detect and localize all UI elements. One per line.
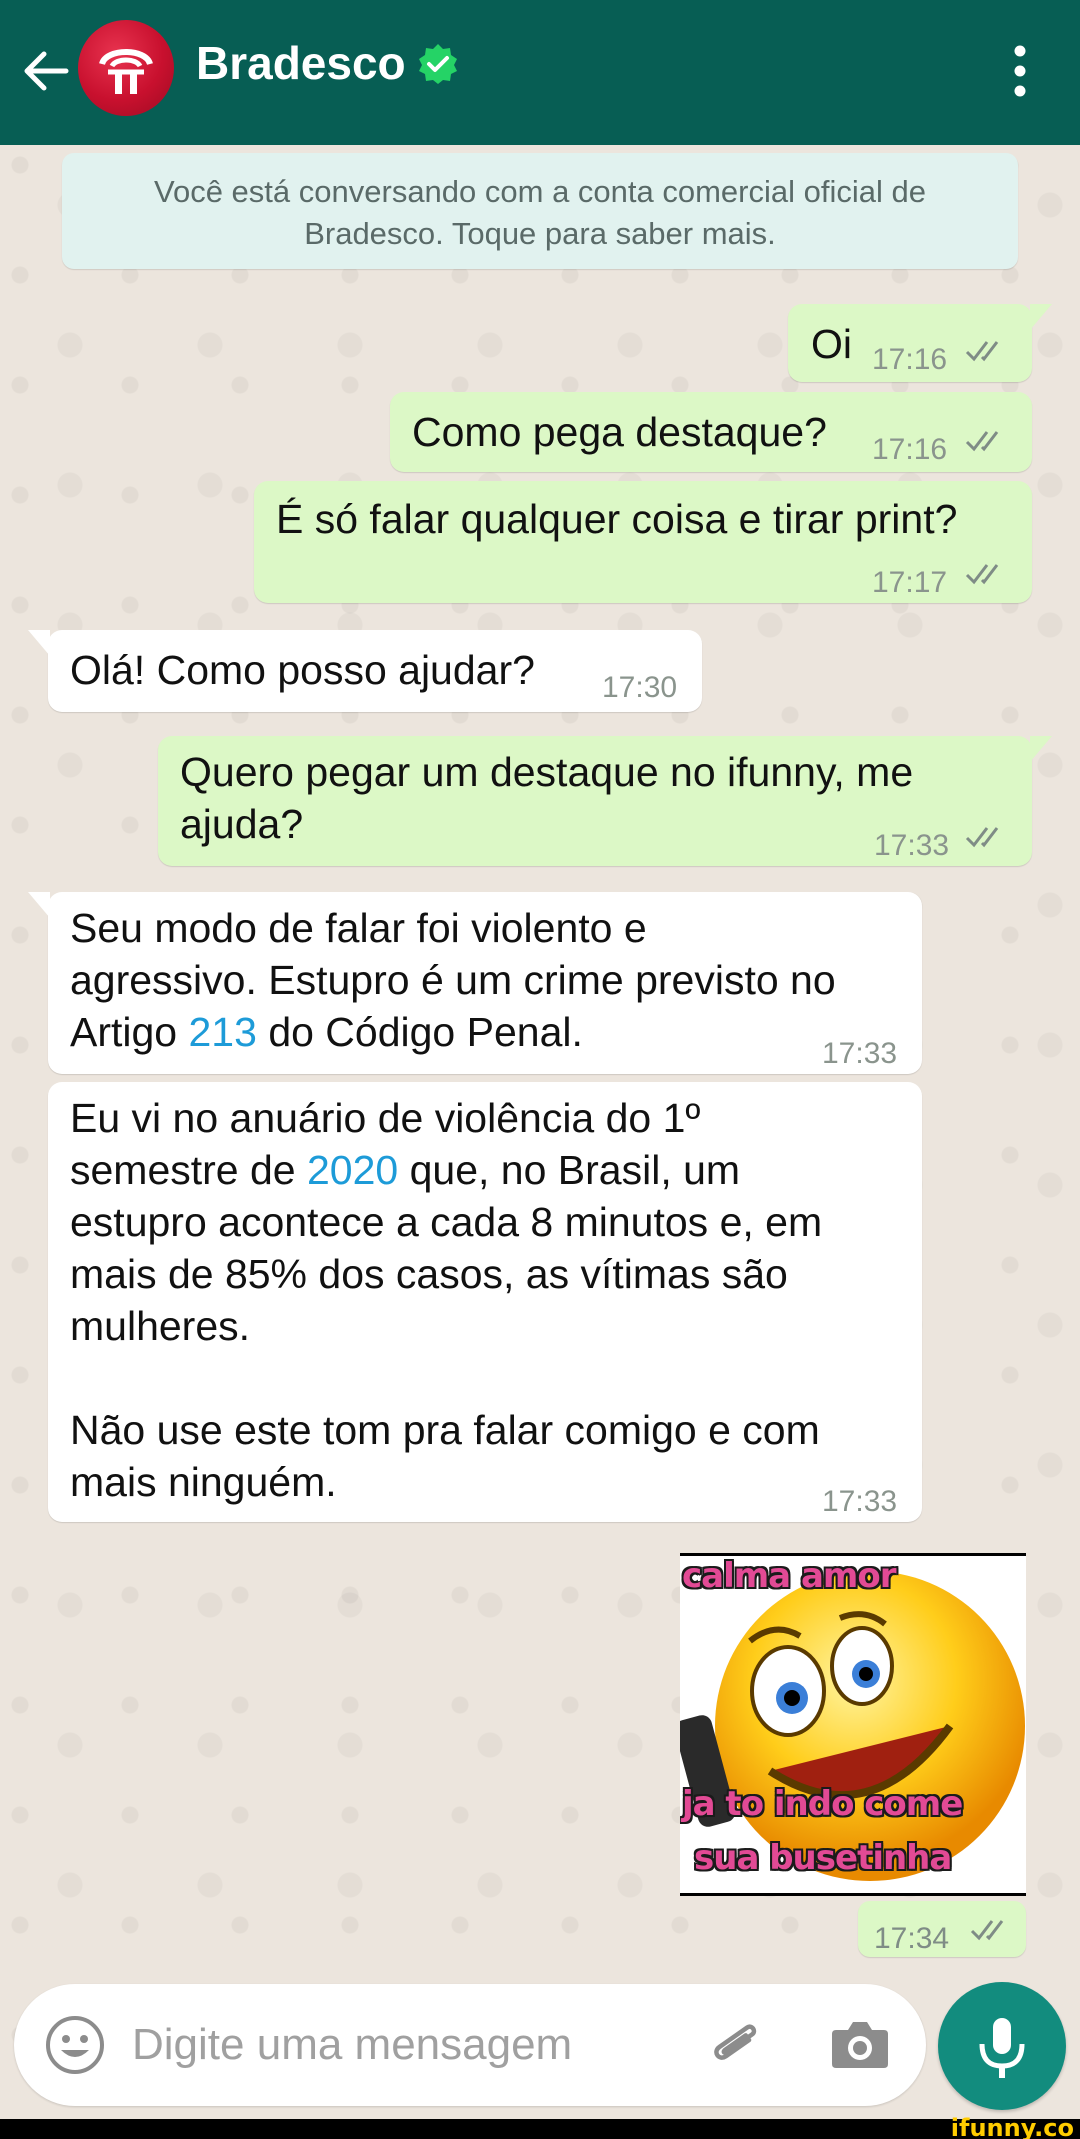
- message-time: 17:33: [874, 829, 950, 862]
- message-text: Oi: [811, 321, 852, 367]
- message-text-line: mulheres.: [70, 1303, 251, 1349]
- read-receipt-icon: [965, 564, 999, 585]
- verified-badge-icon: [419, 44, 457, 84]
- sticker-time-bubble: 17:34: [858, 1901, 1026, 1957]
- chat-header: Bradesco: [0, 0, 1080, 145]
- sticker-image[interactable]: calma amor ja to indo come sua busetinha: [680, 1553, 1026, 1896]
- notice-line-1: Você está conversando com a conta comerc…: [154, 174, 926, 209]
- message-input[interactable]: Digite uma mensagem: [132, 2020, 572, 2070]
- message-outgoing[interactable]: Como pega destaque? 17:16: [390, 392, 1032, 472]
- message-incoming[interactable]: Seu modo de falar foi violento e agressi…: [48, 892, 922, 1074]
- message-text-line: Eu vi no anuário de violência do 1º: [70, 1095, 701, 1141]
- message-text-line: Quero pegar um destaque no ifunny, me: [180, 749, 914, 795]
- message-time: 17:33: [822, 1485, 898, 1518]
- message-text-line: estupro acontece a cada 8 minutos e, em: [70, 1199, 823, 1245]
- number-link[interactable]: 2020: [307, 1147, 398, 1193]
- message-text-line: Não use este tom pra falar comigo e com: [70, 1407, 820, 1453]
- bubble-tail: [28, 630, 50, 656]
- message-time: 17:34: [874, 1922, 950, 1955]
- emoji-icon[interactable]: [44, 2014, 106, 2076]
- bradesco-logo-icon: [99, 49, 153, 94]
- bubble-tail: [1030, 736, 1052, 762]
- camera-icon[interactable]: [830, 2016, 890, 2072]
- message-outgoing[interactable]: Quero pegar um destaque no ifunny, me aj…: [158, 736, 1032, 866]
- message-text-line: mais de 85% dos casos, as vítimas são: [70, 1251, 788, 1297]
- read-receipt-icon: [965, 827, 999, 848]
- message-outgoing[interactable]: Oi 17:16: [788, 304, 1032, 382]
- message-text: Como pega destaque?: [412, 409, 827, 455]
- bubble-tail: [1030, 304, 1052, 330]
- message-time: 17:30: [602, 671, 678, 704]
- message-text-line: agressivo. Estupro é um crime previsto n…: [70, 957, 836, 1003]
- watermark-strip: [0, 2119, 1080, 2139]
- message-outgoing[interactable]: É só falar qualquer coisa e tirar print?…: [254, 481, 1032, 603]
- sticker-caption-bottom: sua busetinha: [694, 1838, 952, 1878]
- message-incoming[interactable]: Eu vi no anuário de violência do 1º seme…: [48, 1082, 922, 1522]
- message-input-bar: Digite uma mensagem: [14, 1984, 926, 2106]
- message-text-line: semestre de 2020 que, no Brasil, um: [70, 1144, 740, 1196]
- contact-name[interactable]: Bradesco: [196, 36, 406, 90]
- read-receipt-icon: [970, 1920, 1004, 1941]
- business-account-notice[interactable]: Você está conversando com a conta comerc…: [62, 153, 1018, 269]
- text-segment: Artigo: [70, 1009, 189, 1055]
- message-time: 17:17: [872, 566, 948, 599]
- read-receipt-icon: [965, 341, 999, 362]
- back-arrow-icon[interactable]: [18, 44, 72, 98]
- message-text-line: Artigo 213 do Código Penal.: [70, 1006, 583, 1058]
- message-text: Olá! Como posso ajudar?: [70, 647, 535, 693]
- message-text-line: ajuda?: [180, 801, 304, 847]
- text-segment: que, no Brasil, um: [398, 1147, 741, 1193]
- message-time: 17:16: [872, 343, 948, 376]
- message-time: 17:16: [872, 433, 948, 466]
- paperclip-icon[interactable]: [704, 2012, 770, 2078]
- more-options-icon[interactable]: [1000, 40, 1040, 102]
- microphone-icon: [979, 2018, 1025, 2078]
- microphone-button[interactable]: [938, 1982, 1066, 2110]
- message-text: É só falar qualquer coisa e tirar print?: [276, 496, 958, 542]
- phone-link[interactable]: 213: [189, 1009, 257, 1055]
- watermark: ifunny.co: [950, 2114, 1074, 2139]
- notice-line-2: Bradesco. Toque para saber mais.: [304, 216, 776, 251]
- text-segment: semestre de: [70, 1147, 307, 1193]
- bubble-tail: [28, 892, 50, 918]
- avatar[interactable]: [78, 20, 174, 116]
- text-segment: do Código Penal.: [256, 1009, 583, 1055]
- sticker-caption-top: calma amor: [682, 1556, 896, 1596]
- message-incoming[interactable]: Olá! Como posso ajudar? 17:30: [48, 630, 702, 712]
- message-time: 17:33: [822, 1037, 898, 1070]
- sticker-caption-middle: ja to indo come: [682, 1784, 963, 1824]
- read-receipt-icon: [965, 431, 999, 452]
- message-text-line: Seu modo de falar foi violento e: [70, 905, 647, 951]
- message-text-line: mais ninguém.: [70, 1459, 337, 1505]
